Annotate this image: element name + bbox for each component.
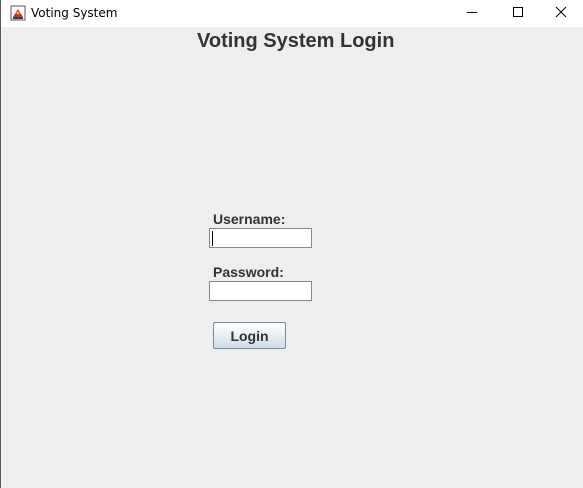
- password-label: Password:: [213, 264, 284, 280]
- maximize-button[interactable]: [495, 0, 541, 27]
- text-caret: [212, 231, 213, 246]
- maximize-icon: [512, 5, 524, 23]
- username-field[interactable]: [209, 228, 312, 248]
- minimize-icon: [466, 5, 478, 23]
- username-label: Username:: [213, 211, 286, 227]
- login-panel: Voting System Login Username: Password: …: [2, 27, 583, 488]
- password-field[interactable]: [209, 281, 312, 301]
- login-button[interactable]: Login: [213, 322, 286, 349]
- page-title: Voting System Login: [197, 30, 395, 52]
- close-button[interactable]: [538, 0, 583, 27]
- app-window: Voting System Voting System Login Userna…: [0, 0, 583, 488]
- window-title: Voting System: [31, 6, 118, 20]
- java-app-icon: [10, 5, 26, 21]
- close-icon: [555, 5, 567, 23]
- title-bar[interactable]: Voting System: [1, 0, 583, 27]
- minimize-button[interactable]: [449, 0, 495, 27]
